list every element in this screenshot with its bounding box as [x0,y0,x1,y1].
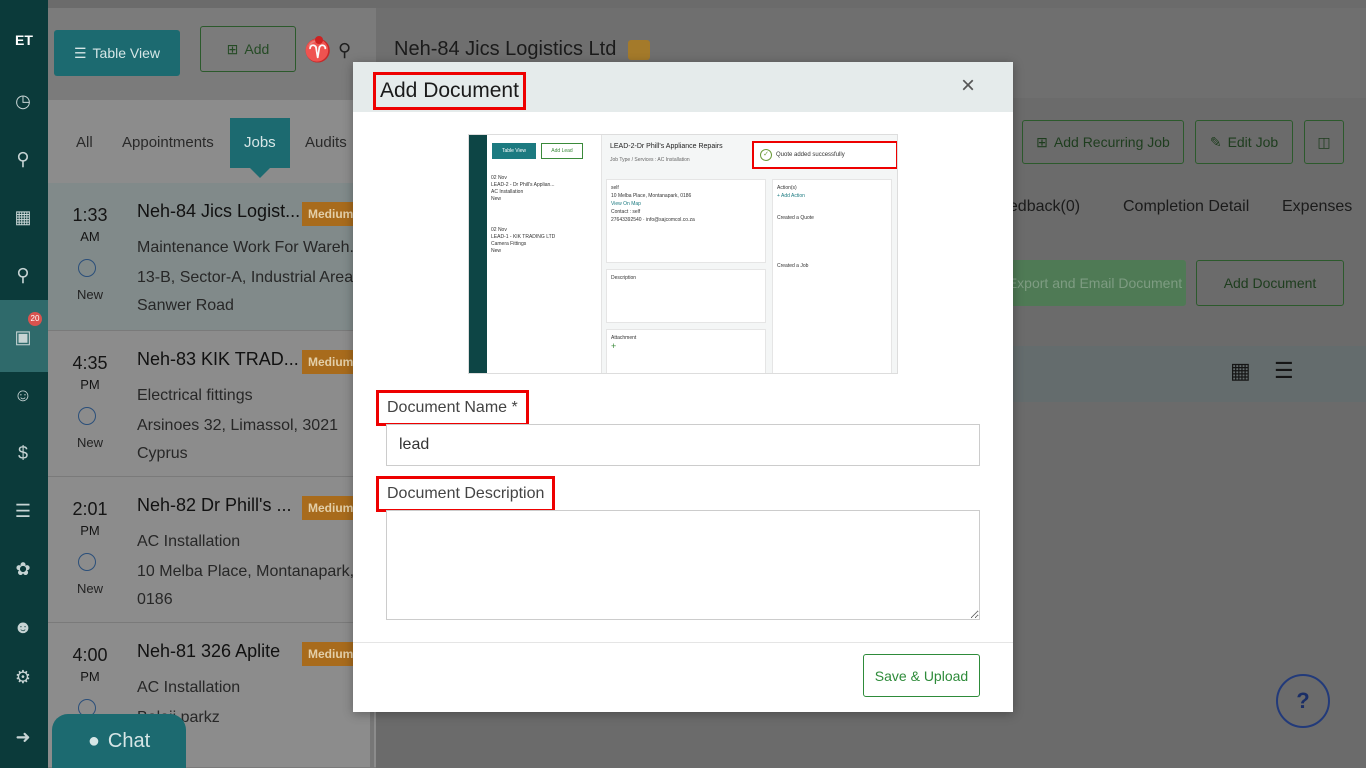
status-text: New [76,435,103,450]
dollar-icon[interactable]: $ [10,440,36,466]
export-email-document-button[interactable]: Export and Email Document [1004,260,1186,306]
dashboard-icon[interactable]: ◷ [10,88,36,114]
briefcase-icon [628,40,650,60]
document-preview-image: Table View Add Lead 02 Nov LEAD-2 - Dr P… [468,134,898,374]
calendar-icon[interactable]: ▦ [10,204,36,230]
tab-audits[interactable]: Audits [305,118,347,168]
search-icon[interactable]: ⚲ [338,40,351,61]
document-description-textarea[interactable] [386,510,980,620]
job-title: Neh-84 Jics Logist... [137,201,301,221]
status-text: New [76,581,103,596]
company-title: Neh-84 Jics Logistics Ltd [394,38,617,60]
delete-button[interactable]: ◫ [1304,120,1344,164]
modal-header: Add Document × [353,62,1013,112]
add-document-modal: Add Document × Table View Add Lead 02 No… [353,62,1013,712]
chat-button[interactable]: ● Chat [52,714,186,768]
close-icon[interactable]: × [961,72,975,100]
save-upload-button[interactable]: Save & Upload [863,654,980,697]
pin-icon[interactable]: ⚲ [10,146,36,172]
job-title: Neh-81 326 Aplite [137,641,281,661]
document-description-label: Document Description [376,476,556,512]
job-list-panel: ☰ Table View ⊞ Add ♈ ⚲ All Appointments … [48,8,376,768]
document-name-label: Document Name * [376,390,529,426]
priority-badge: Medium [302,642,360,666]
modal-footer-divider [353,642,1013,643]
tab-appointments[interactable]: Appointments [122,118,214,168]
document-name-input[interactable] [386,424,980,466]
job-title: Neh-82 Dr Phill's ... [137,495,292,515]
chat-bubble-icon: ● [87,729,100,752]
filter-icon: ☰ [73,44,87,61]
trash-icon: ◫ [1317,133,1331,150]
tab-all[interactable]: All [76,118,93,168]
person-icon[interactable]: ☺ [10,382,36,408]
team-icon[interactable]: ☻ [10,614,36,640]
priority-badge: Medium [302,496,360,520]
job-title: Neh-83 KIK TRAD... [137,349,299,369]
modal-title: Add Document [373,72,526,110]
priority-badge: Medium [302,350,360,374]
plus-icon: ⊞ [226,40,239,57]
add-button[interactable]: ⊞ Add [200,26,296,72]
handshake-icon[interactable]: ✿ [10,556,36,582]
table-view-button[interactable]: ☰ Table View [54,30,180,76]
status-circle-icon [78,553,96,571]
tab-completion-detail[interactable]: Completion Detail [1123,198,1249,216]
app-logo: ET [15,32,33,48]
notification-dot [315,36,323,44]
logout-icon[interactable]: ➜ [10,724,36,750]
add-document-button[interactable]: Add Document [1196,260,1344,306]
add-recurring-job-button[interactable]: ⊞ Add Recurring Job [1022,120,1184,164]
tab-jobs[interactable]: Jobs [230,118,290,178]
job-row[interactable]: 4:35 PM New Neh-83 KIK TRAD... Medium El… [48,331,376,477]
list-icon[interactable]: ☰ [10,498,36,524]
job-type-tabs: All Appointments Jobs Audits [62,118,376,178]
map-icon[interactable]: ⚲ [10,262,36,288]
jobs-icon[interactable]: ▣ [10,324,36,350]
tab-expenses[interactable]: Expenses [1282,198,1352,216]
icon-rail: ET ◷ ⚲ ▦ ⚲ ▣ 20 ☺ $ ☰ ✿ ☻ ⚙ ➜ [0,0,48,768]
check-icon: ✓ [760,149,772,161]
job-row[interactable]: 1:33 AM New Neh-84 Jics Logist... Medium… [48,183,376,331]
status-text: New [76,287,103,302]
status-circle-icon [78,259,96,277]
list-toolbar: ☰ Table View ⊞ Add ♈ ⚲ [48,8,376,100]
grid-view-icon[interactable]: ▦ [1230,358,1251,384]
jobs-badge: 20 [28,312,42,326]
status-circle-icon [78,407,96,425]
help-button[interactable]: ? [1276,674,1330,728]
preview-rail [469,135,487,373]
list-view-icon[interactable]: ☰ [1274,358,1294,384]
job-row[interactable]: 2:01 PM New Neh-82 Dr Phill's ... Medium… [48,477,376,623]
preview-detail: LEAD-2-Dr Phill's Appliance Repairs Job … [602,135,897,373]
edit-job-button[interactable]: ✎ Edit Job [1195,120,1293,164]
edit-icon: ✎ [1209,133,1222,150]
settings-icon[interactable]: ⚙ [10,664,36,690]
priority-badge: Medium [302,202,360,226]
add-file-icon: ⊞ [1036,133,1048,150]
preview-list: Table View Add Lead 02 Nov LEAD-2 - Dr P… [487,135,602,373]
preview-toast: ✓ Quote added successfully [752,141,897,169]
